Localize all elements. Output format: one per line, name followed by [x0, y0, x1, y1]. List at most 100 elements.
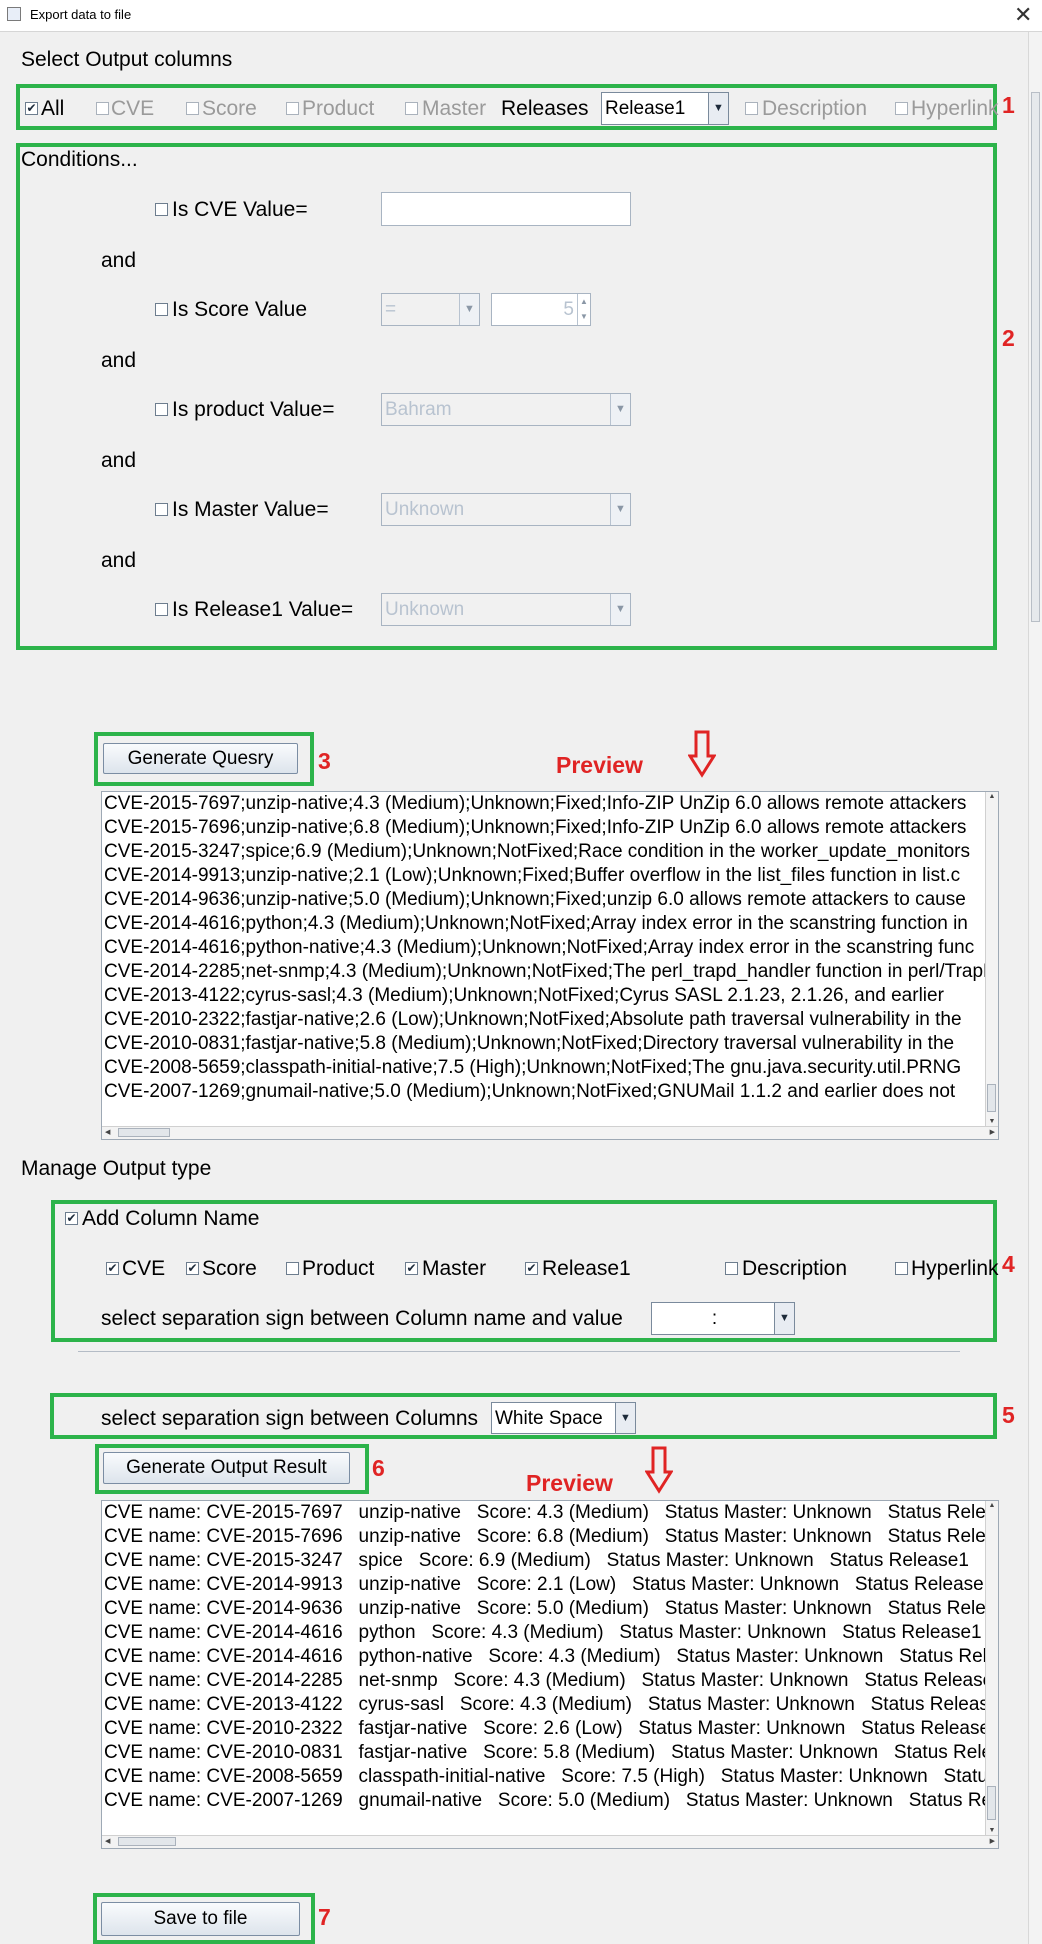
query-horizontal-scrollbar[interactable]: ◀ ▶ [102, 1126, 998, 1139]
chevron-down-icon: ▼ [708, 93, 728, 124]
scroll-down-icon[interactable]: ▼ [986, 1118, 998, 1125]
all-checkbox[interactable]: ✔ [25, 102, 38, 115]
output-vertical-scrollbar[interactable]: ▲ ▼ [985, 1501, 998, 1835]
scroll-left-icon[interactable]: ◀ [105, 1836, 110, 1848]
annotation-number-6: 6 [372, 1455, 385, 1481]
is-master-label: Is Master Value= [172, 498, 329, 521]
scroll-up-icon[interactable]: ▲ [986, 1502, 998, 1509]
close-icon[interactable]: ✕ [1014, 2, 1032, 28]
product-value-text: Bahram [385, 399, 452, 420]
output-preview-line: CVE name: CVE-2014-9636 unzip-native Sco… [104, 1598, 999, 1619]
score-column-checkbox[interactable] [186, 102, 199, 115]
columns-sep-label: select separation sign between Columns [101, 1407, 479, 1430]
manage-output-heading: Manage Output type [21, 1157, 212, 1180]
master-value-select[interactable]: Unknown ▼ [381, 493, 631, 526]
all-label: All [41, 97, 65, 120]
output-preview-line: CVE name: CVE-2008-5659 classpath-initia… [104, 1766, 999, 1787]
query-preview-line: CVE-2013-4122;cyrus-sasl;4.3 (Medium);Un… [104, 985, 944, 1006]
output-preview-line: CVE name: CVE-2014-4616 python-native Sc… [104, 1646, 999, 1667]
query-preview-line: CVE-2014-4616;python;4.3 (Medium);Unknow… [104, 913, 968, 934]
output-vscroll-thumb[interactable] [987, 1786, 996, 1820]
query-preview-line: CVE-2014-4616;python-native;4.3 (Medium)… [104, 937, 975, 958]
out-hyperlink-checkbox[interactable] [895, 1262, 908, 1275]
chevron-down-icon: ▼ [774, 1303, 794, 1334]
product-value-select[interactable]: Bahram ▼ [381, 393, 631, 426]
out-score-checkbox[interactable]: ✔ [186, 1262, 199, 1275]
output-horizontal-scrollbar[interactable]: ◀ ▶ [102, 1835, 998, 1848]
annotation-number-5: 5 [1002, 1402, 1015, 1428]
release-select-value: Release1 [605, 98, 686, 119]
columns-sep-select[interactable]: White Space ▼ [491, 1402, 636, 1434]
conditions-heading: Conditions... [21, 148, 138, 171]
release-select[interactable]: Release1 ▼ [601, 92, 729, 125]
is-master-checkbox[interactable] [155, 503, 168, 516]
page-scrollbar[interactable] [1028, 32, 1042, 1944]
output-preview-line: CVE name: CVE-2007-1269 gnumail-native S… [104, 1790, 999, 1811]
save-to-file-button[interactable]: Save to file [101, 1902, 300, 1936]
cve-column-label: CVE [111, 97, 155, 120]
scroll-right-icon[interactable]: ▶ [990, 1836, 995, 1848]
out-release-checkbox[interactable]: ✔ [525, 1262, 538, 1275]
out-product-checkbox[interactable] [286, 1262, 299, 1275]
query-hscroll-thumb[interactable] [118, 1128, 170, 1137]
output-preview-line: CVE name: CVE-2015-7697 unzip-native Sco… [104, 1502, 999, 1523]
scroll-up-icon[interactable]: ▲ [986, 793, 998, 800]
query-preview-textarea[interactable]: CVE-2015-7697;unzip-native;4.3 (Medium);… [101, 791, 999, 1140]
spinner-arrows-icon[interactable]: ▲ ▼ [577, 294, 590, 325]
query-vscroll-thumb[interactable] [987, 1084, 996, 1112]
arrow-down-icon [688, 730, 716, 778]
score-operator-select[interactable]: = ▼ [381, 293, 480, 326]
out-hyperlink-label: Hyperlink [911, 1257, 999, 1280]
output-preview-line: CVE name: CVE-2015-7696 unzip-native Sco… [104, 1526, 999, 1547]
out-product-label: Product [302, 1257, 375, 1280]
chevron-down-icon: ▼ [615, 1403, 635, 1433]
is-cve-checkbox[interactable] [155, 203, 168, 216]
release-value-select[interactable]: Unknown ▼ [381, 593, 631, 626]
query-preview-line: CVE-2008-5659;classpath-initial-native;7… [104, 1057, 962, 1078]
hyperlink-column-checkbox[interactable] [895, 102, 908, 115]
is-product-checkbox[interactable] [155, 403, 168, 416]
output-preview-lines: CVE name: CVE-2015-7697 unzip-native Sco… [104, 1501, 999, 1813]
out-release-label: Release1 [542, 1257, 631, 1280]
out-description-label: Description [742, 1257, 848, 1280]
master-column-checkbox[interactable] [405, 102, 418, 115]
query-preview-line: CVE-2015-3247;spice;6.9 (Medium);Unknown… [104, 841, 971, 862]
cve-column-checkbox[interactable] [96, 102, 109, 115]
sep-name-value: : [711, 1308, 718, 1329]
scroll-left-icon[interactable]: ◀ [105, 1127, 110, 1139]
description-column-checkbox[interactable] [745, 102, 758, 115]
cve-value-input[interactable] [381, 192, 631, 226]
out-master-label: Master [422, 1257, 487, 1280]
generate-output-button[interactable]: Generate Output Result [103, 1452, 350, 1484]
generate-query-button[interactable]: Generate Quesry [103, 743, 298, 774]
out-cve-checkbox[interactable]: ✔ [106, 1262, 119, 1275]
query-vertical-scrollbar[interactable]: ▲ ▼ [985, 792, 998, 1126]
out-description-checkbox[interactable] [725, 1262, 738, 1275]
out-master-checkbox[interactable]: ✔ [405, 1262, 418, 1275]
annotation-number-3: 3 [318, 748, 331, 774]
output-hscroll-thumb[interactable] [118, 1837, 176, 1846]
product-column-checkbox[interactable] [286, 102, 299, 115]
is-cve-label: Is CVE Value= [172, 198, 308, 221]
query-preview-line: CVE-2007-1269;gnumail-native;5.0 (Medium… [104, 1081, 956, 1102]
chevron-down-icon: ▼ [610, 594, 630, 625]
add-column-name-checkbox[interactable]: ✔ [65, 1212, 78, 1225]
scroll-down-icon[interactable]: ▼ [986, 1827, 998, 1834]
window-titlebar: Export data to file ✕ [0, 0, 1042, 32]
page-scrollbar-thumb[interactable] [1031, 92, 1040, 622]
description-column-label: Description [762, 97, 868, 120]
is-score-checkbox[interactable] [155, 303, 168, 316]
section-divider [78, 1351, 960, 1352]
score-value-spinner[interactable]: 5 ▲ ▼ [491, 293, 591, 326]
arrow-down-icon [645, 1446, 673, 1494]
output-preview-line: CVE name: CVE-2010-0831 fastjar-native S… [104, 1742, 999, 1763]
query-preview-line: CVE-2015-7696;unzip-native;6.8 (Medium);… [104, 817, 967, 838]
annotation-number-2: 2 [1002, 325, 1015, 351]
query-preview-line: CVE-2014-2285;net-snmp;4.3 (Medium);Unkn… [104, 961, 997, 982]
product-column-label: Product [302, 97, 375, 120]
sep-name-select[interactable]: : ▼ [651, 1302, 795, 1335]
is-release-checkbox[interactable] [155, 603, 168, 616]
output-preview-textarea[interactable]: CVE name: CVE-2015-7697 unzip-native Sco… [101, 1500, 999, 1849]
preview-label-2: Preview [526, 1470, 613, 1496]
scroll-right-icon[interactable]: ▶ [990, 1127, 995, 1139]
